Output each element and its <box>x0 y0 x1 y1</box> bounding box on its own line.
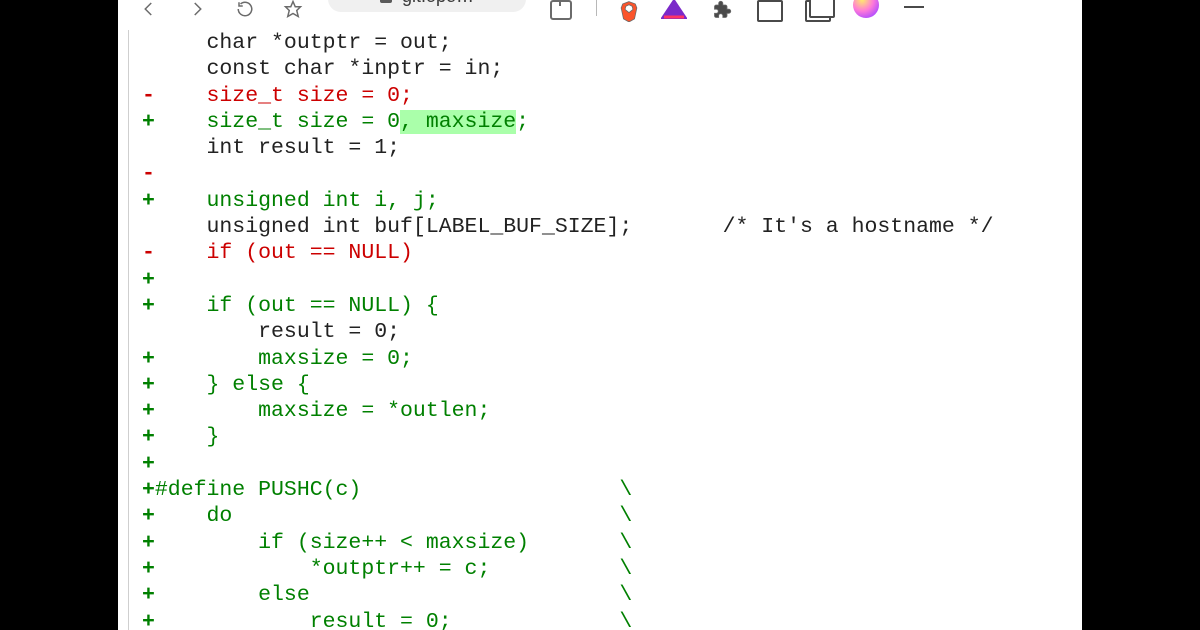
browser-frame: git.ope… char *outptr = out; const char … <box>118 0 1082 630</box>
window-icon[interactable] <box>757 0 783 20</box>
diff-line: int result = 1; <box>142 135 1082 161</box>
diff-sign: + <box>142 372 155 398</box>
diff-sign: + <box>142 398 155 424</box>
diff-line: - size_t size = 0; <box>142 83 1082 109</box>
diff-text: do \ <box>155 504 632 528</box>
diff-text: #define PUSHC(c) \ <box>155 478 632 502</box>
diff-line: + *outptr++ = c; \ <box>142 556 1082 582</box>
diff-line: + unsigned int i, j; <box>142 188 1082 214</box>
diff-line: + <box>142 451 1082 477</box>
reload-icon[interactable] <box>232 0 258 20</box>
diff-sign: + <box>142 346 155 372</box>
diff-sign <box>142 30 155 56</box>
diff-sign <box>142 135 155 161</box>
diff-highlight: , maxsize <box>400 110 516 134</box>
diff-text: if (out == NULL) <box>155 241 413 265</box>
diff-line: + result = 0; \ <box>142 609 1082 630</box>
browser-toolbar: git.ope… <box>118 0 1082 20</box>
diff-sign <box>142 214 155 240</box>
diff-text: result = 0; <box>155 320 400 344</box>
extensions-icon[interactable] <box>709 0 735 20</box>
diff-sign: + <box>142 267 155 293</box>
diff-line: + maxsize = 0; <box>142 346 1082 372</box>
diff-sign: + <box>142 609 155 630</box>
diff-text: maxsize = *outlen; <box>155 399 490 423</box>
diff-line: + do \ <box>142 503 1082 529</box>
diff-line: + <box>142 267 1082 293</box>
diff-line: const char *inptr = in; <box>142 56 1082 82</box>
diff-text: maxsize = 0; <box>155 347 413 371</box>
brave-shield-icon[interactable] <box>619 0 639 22</box>
bookmark-icon[interactable] <box>280 0 306 20</box>
diff-sign: + <box>142 188 155 214</box>
lock-icon <box>380 0 392 3</box>
diff-line: - if (out == NULL) <box>142 240 1082 266</box>
margin-rule <box>128 30 129 630</box>
diff-line: unsigned int buf[LABEL_BUF_SIZE]; /* It'… <box>142 214 1082 240</box>
url-text: git.ope… <box>402 0 474 7</box>
diff-text: } <box>155 425 220 449</box>
diff-sign: + <box>142 530 155 556</box>
diff-text: unsigned int i, j; <box>155 189 439 213</box>
diff-line: result = 0; <box>142 319 1082 345</box>
diff-text: size_t size = 0 <box>155 110 400 134</box>
diff-sign: + <box>142 451 155 477</box>
diff-text: int result = 1; <box>155 136 400 160</box>
purple-triangle-icon[interactable] <box>661 0 687 20</box>
diff-line: + else \ <box>142 582 1082 608</box>
diff-text: *outptr++ = c; \ <box>155 557 632 581</box>
diff-text: unsigned int buf[LABEL_BUF_SIZE]; /* It'… <box>155 215 994 239</box>
diff-line: char *outptr = out; <box>142 30 1082 56</box>
diff-text: if (out == NULL) { <box>155 294 439 318</box>
url-bar[interactable]: git.ope… <box>328 0 526 12</box>
diff-line: + } else { <box>142 372 1082 398</box>
share-icon[interactable] <box>548 0 574 20</box>
diff-viewport: char *outptr = out; const char *inptr = … <box>118 20 1082 630</box>
diff-sign: + <box>142 556 155 582</box>
diff-line: + size_t size = 0, maxsize; <box>142 109 1082 135</box>
diff-sign: + <box>142 293 155 319</box>
back-icon[interactable] <box>136 0 162 20</box>
diff-line: + if (size++ < maxsize) \ <box>142 530 1082 556</box>
minimize-icon[interactable] <box>901 0 927 20</box>
diff-sign: + <box>142 477 155 503</box>
diff-text: else \ <box>155 583 632 607</box>
diff-sign <box>142 56 155 82</box>
diff-text: size_t size = 0; <box>155 84 413 108</box>
diff-sign <box>142 319 155 345</box>
diff-line: + if (out == NULL) { <box>142 293 1082 319</box>
diff-sign: + <box>142 424 155 450</box>
diff-line: + } <box>142 424 1082 450</box>
diff-sign: - <box>142 161 155 187</box>
forward-icon[interactable] <box>184 0 210 20</box>
diff-text: const char *inptr = in; <box>155 57 503 81</box>
diff-line: - <box>142 161 1082 187</box>
diff-sign: + <box>142 109 155 135</box>
toolbar-divider <box>596 0 597 16</box>
diff-text: } else { <box>155 373 310 397</box>
diff-content: char *outptr = out; const char *inptr = … <box>128 30 1082 630</box>
diff-text: result = 0; \ <box>155 610 632 630</box>
diff-sign: - <box>142 240 155 266</box>
profile-icon[interactable] <box>853 0 879 20</box>
diff-text: char *outptr = out; <box>155 31 452 55</box>
diff-line: +#define PUSHC(c) \ <box>142 477 1082 503</box>
diff-sign: + <box>142 582 155 608</box>
diff-sign: - <box>142 83 155 109</box>
diff-text: if (size++ < maxsize) \ <box>155 531 632 555</box>
diff-line: + maxsize = *outlen; <box>142 398 1082 424</box>
tabs-icon[interactable] <box>805 0 831 20</box>
diff-sign: + <box>142 503 155 529</box>
diff-text: ; <box>516 110 529 134</box>
